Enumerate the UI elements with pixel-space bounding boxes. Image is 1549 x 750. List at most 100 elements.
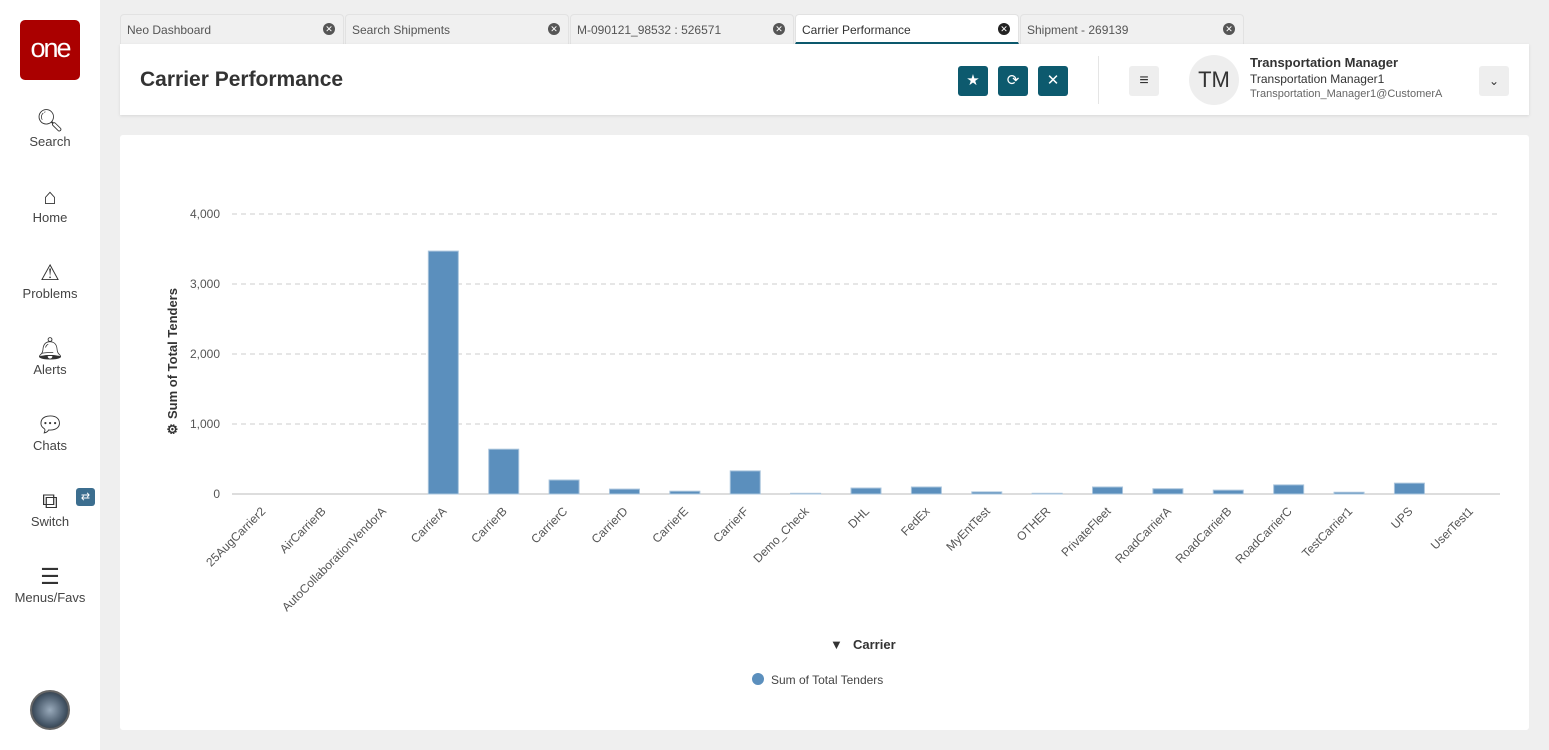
tab-shipment-269139[interactable]: Shipment - 269139 ✕: [1020, 14, 1244, 44]
x-tick-label: Demo_Check: [750, 504, 812, 566]
actions-menu-button[interactable]: ≡: [1129, 66, 1159, 96]
close-tab-icon[interactable]: ✕: [998, 23, 1010, 35]
y-tick-label: 0: [213, 487, 220, 501]
bar-CarrierD[interactable]: [608, 488, 640, 495]
close-tab-icon[interactable]: ✕: [1223, 23, 1235, 35]
user-avatar[interactable]: TM: [1189, 55, 1239, 105]
tab-label: M-090121_98532 : 526571: [577, 23, 722, 37]
tab-carrier-performance[interactable]: Carrier Performance ✕: [795, 14, 1019, 44]
app-logo[interactable]: one: [20, 20, 80, 80]
bar-CarrierF[interactable]: [729, 470, 761, 495]
bar-Demo_Check[interactable]: [790, 492, 822, 495]
sidebar: one 🔍︎ Search ⌂ Home ⚠ Problems 🔔︎ Alerts 💬︎…: [0, 0, 100, 750]
close-tab-icon[interactable]: ✕: [548, 23, 560, 35]
nav-label: Chats: [33, 438, 67, 453]
bar-FedEx[interactable]: [910, 486, 942, 495]
y-tick-label: 1,000: [190, 417, 220, 431]
x-tick-label: AirCarrierB: [277, 504, 329, 556]
x-tick-label: MyEntTest: [943, 504, 993, 554]
bar-TestCarrier1[interactable]: [1333, 491, 1365, 495]
x-tick-label: CarrierA: [408, 504, 449, 545]
legend-label[interactable]: Sum of Total Tenders: [771, 673, 883, 687]
bar-CarrierE[interactable]: [669, 490, 701, 495]
x-tick-label: 25AugCarrier2: [203, 504, 268, 569]
home-icon: ⌂: [43, 184, 57, 209]
divider: [1098, 56, 1099, 104]
tab-search-shipments[interactable]: Search Shipments ✕: [345, 14, 569, 44]
nav-label: Problems: [22, 286, 78, 301]
bar-MyEntTest[interactable]: [971, 491, 1003, 495]
assistant-avatar[interactable]: [30, 690, 70, 730]
nav-home[interactable]: ⌂ Home: [0, 184, 100, 225]
user-dropdown-button[interactable]: ⌄: [1479, 66, 1509, 96]
bell-icon: 🔔︎: [36, 336, 64, 361]
tab-label: Carrier Performance: [802, 23, 911, 37]
x-tick-label: RoadCarrierC: [1233, 504, 1295, 566]
y-tick-label: 4,000: [190, 207, 220, 221]
y-tick-label: 2,000: [190, 347, 220, 361]
nav-alerts[interactable]: 🔔︎ Alerts: [0, 336, 100, 377]
y-tick-label: 3,000: [190, 277, 220, 291]
bar-RoadCarrierC[interactable]: [1273, 484, 1305, 495]
menu-icon: ☰: [40, 564, 60, 589]
x-tick-label: DHL: [845, 504, 872, 531]
refresh-icon: ⟳: [1006, 72, 1020, 89]
x-tick-label: OTHER: [1014, 504, 1054, 544]
close-tab-icon[interactable]: ✕: [323, 23, 335, 35]
bar-PrivateFleet[interactable]: [1092, 486, 1124, 495]
x-tick-label: CarrierF: [710, 504, 751, 545]
tab-m-090121[interactable]: M-090121_98532 : 526571 ✕: [570, 14, 794, 44]
x-tick-label: RoadCarrierB: [1173, 504, 1235, 566]
switch-arrows-icon[interactable]: ⇄: [76, 488, 95, 506]
user-email: Transportation_Manager1@CustomerA: [1250, 88, 1443, 100]
tab-label: Neo Dashboard: [127, 23, 212, 37]
filter-icon[interactable]: ▼: [830, 637, 843, 652]
close-icon: ✕: [1046, 72, 1060, 89]
tab-label: Search Shipments: [352, 23, 451, 37]
bar-DHL[interactable]: [850, 487, 882, 495]
tab-bar: Neo Dashboard ✕ Search Shipments ✕ M-09012…: [120, 14, 1245, 44]
gear-icon[interactable]: ⚙: [165, 423, 180, 435]
user-name: Transportation Manager: [1250, 55, 1399, 70]
refresh-button[interactable]: ⟳: [998, 66, 1028, 96]
list-icon: ≡: [1139, 72, 1149, 89]
chart-card: 0 1,000 2,000 3,000 4,000 25AugCarrier2 AirCar…: [120, 135, 1529, 730]
bar-CarrierC[interactable]: [548, 479, 580, 495]
user-role: Transportation Manager1: [1250, 72, 1385, 86]
tab-neo-dashboard[interactable]: Neo Dashboard ✕: [120, 14, 344, 44]
x-tick-label: FedEx: [898, 504, 932, 538]
nav-label: Switch: [30, 514, 70, 529]
search-icon: 🔍︎: [36, 108, 64, 133]
close-button[interactable]: ✕: [1038, 66, 1068, 96]
page-header: Carrier Performance ★ ⟳ ✕ ≡ TM Transport…: [120, 44, 1529, 115]
x-tick-label: RoadCarrierA: [1112, 504, 1174, 566]
nav-label: Menus/Favs: [14, 590, 86, 605]
x-tick-label: CarrierD: [589, 504, 631, 546]
nav-search[interactable]: 🔍︎ Search: [0, 108, 100, 149]
chat-icon: 💬︎: [36, 412, 64, 437]
x-tick-label: PrivateFleet: [1058, 504, 1114, 560]
star-icon: ★: [966, 72, 980, 89]
bar-RoadCarrierA[interactable]: [1152, 488, 1184, 495]
nav-label: Search: [29, 134, 71, 149]
nav-problems[interactable]: ⚠ Problems: [0, 260, 100, 301]
nav-menus-favs[interactable]: ☰ Menus/Favs: [0, 564, 100, 605]
x-tick-label: TestCarrier1: [1299, 504, 1355, 560]
y-axis-title[interactable]: ⚙ Sum of Total Tenders: [165, 288, 180, 435]
bar-RoadCarrierB[interactable]: [1212, 489, 1244, 495]
x-tick-label: CarrierB: [468, 504, 509, 545]
x-tick-label: CarrierE: [649, 504, 690, 545]
warning-icon: ⚠: [40, 260, 60, 285]
close-tab-icon[interactable]: ✕: [773, 23, 785, 35]
x-axis-label: Carrier: [853, 637, 896, 652]
bar-CarrierB[interactable]: [488, 448, 520, 495]
favorite-button[interactable]: ★: [958, 66, 988, 96]
page-title: Carrier Performance: [140, 68, 344, 91]
x-tick-label: CarrierC: [528, 504, 570, 546]
legend-marker[interactable]: [752, 673, 764, 685]
bar-CarrierA[interactable]: [427, 250, 459, 495]
bar-UPS[interactable]: [1393, 482, 1425, 495]
bar-OTHER[interactable]: [1031, 492, 1063, 495]
nav-chats[interactable]: 💬︎ Chats: [0, 412, 100, 453]
nav-label: Home: [32, 210, 68, 225]
